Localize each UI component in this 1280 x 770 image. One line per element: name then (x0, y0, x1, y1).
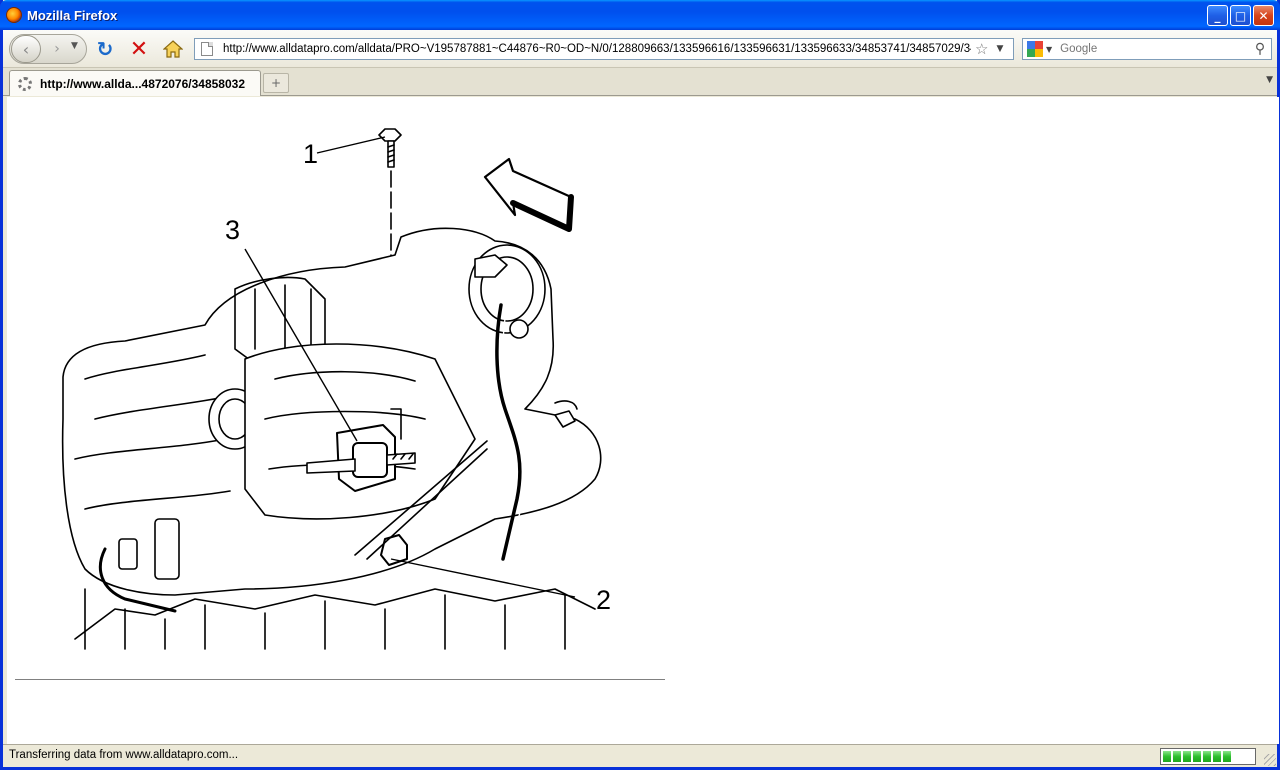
window-controls: _ □ ✕ (1207, 5, 1274, 26)
engine-diagram (61, 128, 602, 650)
url-input[interactable]: http://www.alldatapro.com/alldata/PRO~V1… (223, 43, 971, 55)
close-button[interactable]: ✕ (1253, 5, 1274, 26)
callout-3: 3 (225, 215, 241, 245)
status-text: Transferring data from www.alldatapro.co… (9, 749, 239, 761)
callout-2: 2 (596, 585, 612, 615)
loading-progress-bar (1160, 748, 1256, 765)
progress-segment (1203, 751, 1211, 762)
search-engine-icon[interactable] (1027, 41, 1043, 57)
leader-line-1 (316, 136, 386, 154)
search-input[interactable] (1060, 43, 1249, 55)
navigation-toolbar: ‹ › ▼ ↻ ✕ http://www.alldatapro.com/alld… (3, 30, 1277, 68)
search-icon[interactable]: ⚲ (1249, 41, 1271, 57)
progress-segment (1193, 751, 1201, 762)
page-content: 1 3 2 (7, 97, 1279, 744)
list-all-tabs-icon[interactable]: ▼ (1266, 75, 1273, 85)
content-divider (15, 679, 665, 680)
tab-strip: http://www.allda...4872076/34858032 + ▼ (3, 68, 1277, 96)
window-title: Mozilla Firefox (27, 7, 118, 23)
progress-segment (1183, 751, 1191, 762)
new-tab-button[interactable]: + (263, 73, 289, 93)
progress-segment (1173, 751, 1181, 762)
bookmark-star-icon[interactable]: ☆ (975, 40, 988, 58)
leader-line-2 (390, 558, 576, 598)
back-button[interactable]: ‹ (11, 35, 41, 63)
tab-label: http://www.allda...4872076/34858032 (40, 76, 245, 91)
firefox-icon (6, 7, 22, 23)
forward-button[interactable]: › (47, 39, 67, 59)
search-bar[interactable]: ▼ ⚲ (1022, 38, 1272, 60)
title-bar[interactable]: Mozilla Firefox _ □ ✕ (0, 0, 1280, 30)
stop-icon[interactable]: ✕ (128, 37, 150, 62)
history-dropdown-icon[interactable]: ▼ (71, 41, 78, 51)
address-bar[interactable]: http://www.alldatapro.com/alldata/PRO~V1… (194, 38, 1014, 60)
tab-current[interactable]: http://www.allda...4872076/34858032 (9, 70, 261, 96)
engine-dropdown-icon[interactable]: ▼ (1046, 45, 1052, 54)
loading-throbber-icon (18, 76, 32, 91)
status-bar: Transferring data from www.alldatapro.co… (3, 744, 1277, 767)
callout-1: 1 (303, 139, 319, 169)
browser-window: Mozilla Firefox _ □ ✕ ‹ › ▼ ↻ ✕ http://w… (0, 0, 1280, 770)
home-icon[interactable] (162, 38, 184, 60)
reload-icon[interactable]: ↻ (94, 37, 116, 61)
page-icon (201, 42, 213, 56)
progress-segment (1213, 751, 1221, 762)
maximize-button[interactable]: □ (1230, 5, 1251, 26)
resize-grip[interactable] (1264, 754, 1276, 766)
progress-segment (1163, 751, 1171, 762)
minimize-button[interactable]: _ (1207, 5, 1228, 26)
progress-segment (1223, 751, 1231, 762)
url-dropdown-icon[interactable]: ▼ (996, 44, 1003, 54)
